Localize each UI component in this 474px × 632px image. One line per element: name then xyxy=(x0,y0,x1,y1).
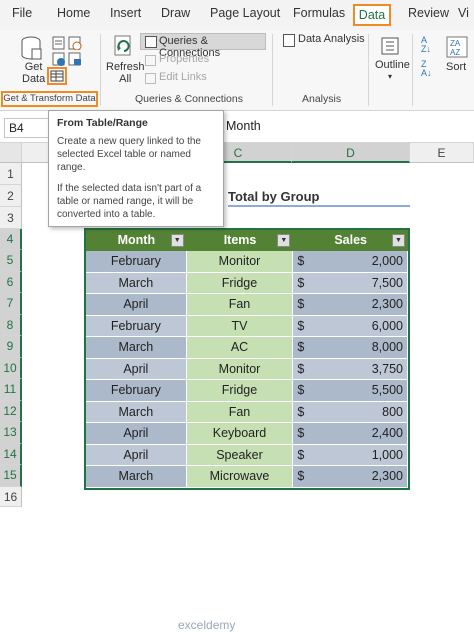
tab-draw[interactable]: Draw xyxy=(161,6,190,20)
tab-insert[interactable]: Insert xyxy=(110,6,141,20)
table-row: February Monitor $2,000 xyxy=(86,251,408,273)
row-header[interactable]: 15 xyxy=(0,465,22,487)
sort-icon: ZAAZ xyxy=(446,36,468,58)
tab-formulas[interactable]: Formulas xyxy=(293,6,345,20)
row-header[interactable]: 3 xyxy=(0,207,22,229)
table-header-row: Month ▼ Items ▼ Sales ▼ xyxy=(86,230,408,251)
recent-sources-icon[interactable] xyxy=(68,36,82,50)
table-row: April Speaker $1,000 xyxy=(86,444,408,466)
properties-icon xyxy=(145,55,156,66)
select-all-corner[interactable] xyxy=(0,143,22,163)
title-underline xyxy=(228,205,410,207)
table-row: March Fridge $7,500 xyxy=(86,272,408,294)
tab-file[interactable]: File xyxy=(12,6,32,20)
table-row: April Fan $2,300 xyxy=(86,294,408,316)
refresh-icon xyxy=(114,35,131,56)
group-label-analysis: Analysis xyxy=(302,93,342,105)
refresh-all-button[interactable]: Refresh All xyxy=(106,61,145,85)
from-table-range-button[interactable] xyxy=(47,67,67,85)
row-header[interactable]: 7 xyxy=(0,293,22,315)
row-header[interactable]: 6 xyxy=(0,271,22,293)
header-month[interactable]: Month ▼ xyxy=(86,230,187,251)
group-label-get-transform: Get & Transform Data xyxy=(1,91,98,107)
table-row: February TV $6,000 xyxy=(86,315,408,337)
filter-dropdown-icon[interactable]: ▼ xyxy=(392,234,405,247)
from-web-icon[interactable] xyxy=(52,52,66,66)
tooltip-title: From Table/Range xyxy=(57,117,148,129)
table-row: April Monitor $3,750 xyxy=(86,358,408,380)
svg-text:AZ: AZ xyxy=(450,48,460,57)
row-header[interactable]: 9 xyxy=(0,336,22,358)
tab-data[interactable]: Data xyxy=(353,4,391,26)
sort-az-icon[interactable]: A Z↓ xyxy=(421,36,431,54)
edit-links-icon xyxy=(145,73,156,84)
data-analysis-icon xyxy=(283,34,295,47)
table-row: March AC $8,000 xyxy=(86,337,408,359)
row-header[interactable]: 16 xyxy=(0,486,22,507)
table-row: March Fan $800 xyxy=(86,401,408,423)
table-row: February Fridge $5,500 xyxy=(86,380,408,402)
row-header[interactable]: 4 xyxy=(0,229,22,250)
data-analysis-button[interactable]: Data Analysis xyxy=(298,33,365,45)
formula-value[interactable]: Month xyxy=(226,119,261,133)
tooltip-note: If the selected data isn't part of a tab… xyxy=(57,183,202,220)
filter-dropdown-icon[interactable]: ▼ xyxy=(277,234,291,247)
get-data-button[interactable]: Get Data xyxy=(22,61,45,85)
chevron-down-icon: ▾ xyxy=(388,72,393,81)
database-icon xyxy=(21,36,42,60)
table-icon xyxy=(50,70,64,82)
tab-view[interactable]: Vi xyxy=(458,6,469,20)
filter-dropdown-icon[interactable]: ▼ xyxy=(170,234,184,247)
table-row: March Microwave $2,300 xyxy=(86,466,408,488)
column-header-d[interactable]: D xyxy=(292,143,410,163)
sort-button[interactable]: Sort xyxy=(446,61,466,73)
group-label-queries: Queries & Connections xyxy=(135,93,243,105)
edit-links-button[interactable]: Edit Links xyxy=(159,71,207,83)
header-items[interactable]: Items ▼ xyxy=(187,230,294,251)
row-header[interactable]: 2 xyxy=(0,185,22,207)
tab-review[interactable]: Review xyxy=(408,6,449,20)
column-header-e[interactable]: E xyxy=(410,143,474,163)
from-text-icon[interactable] xyxy=(52,36,66,50)
tab-home[interactable]: Home xyxy=(57,6,90,20)
properties-button[interactable]: Properties xyxy=(159,53,209,65)
queries-icon xyxy=(145,36,157,48)
row-header[interactable]: 11 xyxy=(0,379,22,401)
ribbon: Get Data Refresh All Queries & Connectio… xyxy=(0,30,474,111)
tooltip-description: Create a new query linked to the selecte… xyxy=(57,136,201,173)
row-header[interactable]: 1 xyxy=(0,163,22,185)
watermark-logo: exceldemy xyxy=(178,618,236,632)
sales-table[interactable]: Month ▼ Items ▼ Sales ▼ February Monitor $2,0… xyxy=(84,228,410,490)
outline-icon xyxy=(381,37,399,55)
table-row: April Keyboard $2,400 xyxy=(86,423,408,445)
queries-connections-button[interactable]: Queries & Connections xyxy=(140,33,266,59)
outline-button[interactable]: Outline xyxy=(375,59,410,71)
row-header[interactable]: 5 xyxy=(0,250,22,272)
from-table-range-tooltip: From Table/Range Create a new query link… xyxy=(48,110,224,227)
row-header[interactable]: 10 xyxy=(0,357,22,379)
ribbon-tabs: File Home Insert Draw Page Layout Formul… xyxy=(0,0,474,30)
row-header[interactable]: 8 xyxy=(0,314,22,336)
sort-za-icon[interactable]: Z A↓ xyxy=(421,60,432,78)
existing-connections-icon[interactable] xyxy=(68,52,82,66)
sheet-title[interactable]: Total by Group xyxy=(228,189,319,204)
tab-page-layout[interactable]: Page Layout xyxy=(210,6,280,20)
row-header[interactable]: 14 xyxy=(0,443,22,465)
row-header[interactable]: 12 xyxy=(0,400,22,422)
svg-text:ZA: ZA xyxy=(450,39,461,48)
row-header[interactable]: 13 xyxy=(0,422,22,444)
header-sales[interactable]: Sales ▼ xyxy=(293,230,408,251)
